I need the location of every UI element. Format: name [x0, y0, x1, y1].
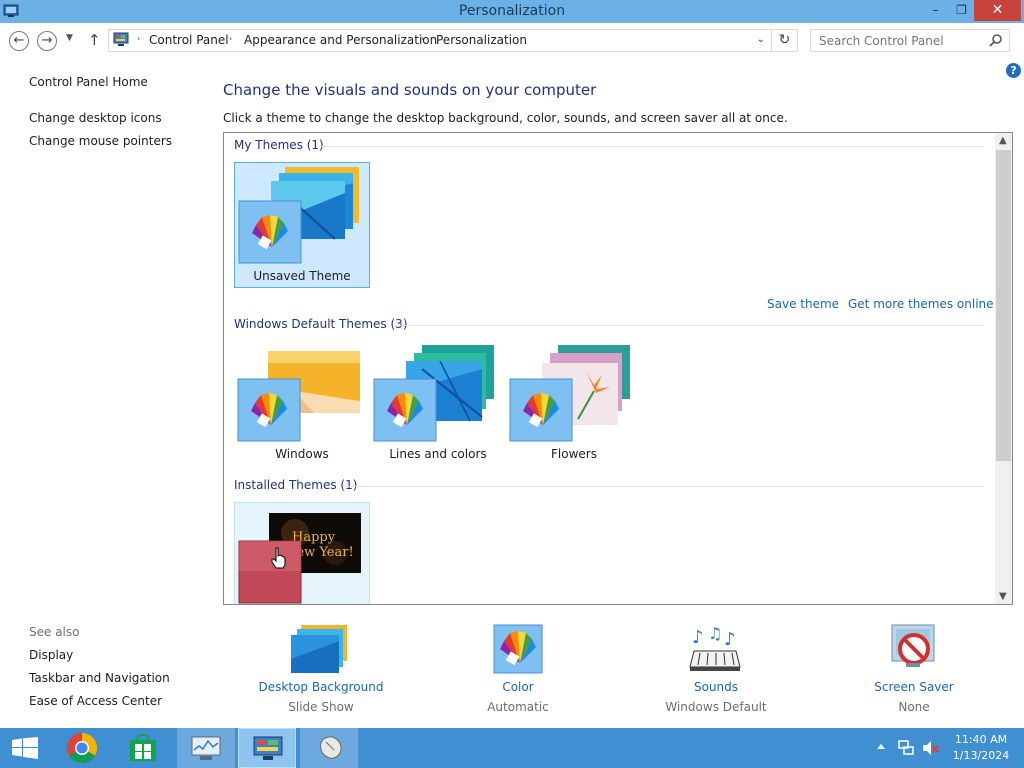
display-link[interactable]: Display	[29, 648, 73, 662]
ease-of-access-link[interactable]: Ease of Access Center	[29, 694, 162, 708]
sounds-tile[interactable]: ♪ ♫ ♪ Sounds Windows Default	[641, 623, 791, 723]
color-icon	[493, 624, 543, 674]
search-input[interactable]	[811, 30, 986, 51]
screen-saver-link[interactable]: Screen Saver	[839, 680, 989, 694]
save-theme-link[interactable]: Save theme	[767, 297, 839, 311]
screen-saver-tile[interactable]: Screen Saver None	[839, 623, 989, 723]
sounds-icon: ♪ ♫ ♪	[689, 624, 741, 671]
color-value: Automatic	[487, 700, 549, 714]
scroll-up-icon[interactable]: ▲	[999, 135, 1007, 146]
up-button[interactable]: ↑	[88, 31, 101, 49]
taskbar-navigation-link[interactable]: Taskbar and Navigation	[29, 671, 170, 685]
sounds-link[interactable]: Sounds	[641, 680, 791, 694]
search-box[interactable]	[810, 29, 1010, 52]
breadcrumb-appearance[interactable]: Appearance and Personalization	[244, 33, 437, 47]
breadcrumb-control-panel[interactable]: Control Panel	[149, 33, 229, 47]
control-panel-taskbar-button[interactable]	[238, 728, 296, 768]
forward-button[interactable]: →	[37, 31, 57, 51]
svg-text:♫: ♫	[708, 624, 722, 643]
network-icon[interactable]	[897, 739, 915, 757]
mouse-taskbar-button[interactable]	[300, 728, 358, 768]
theme-lines-and-colors[interactable]: Lines and colors	[370, 341, 506, 467]
monitor-icon	[191, 736, 221, 760]
mouse-icon	[319, 736, 342, 759]
change-desktop-icons-link[interactable]: Change desktop icons	[29, 111, 162, 125]
control-panel-icon	[253, 736, 283, 760]
hand-cursor-icon	[271, 547, 286, 569]
new-year-theme-thumbnail: Happy New Year!	[238, 513, 361, 604]
start-button[interactable]	[0, 728, 50, 768]
back-button[interactable]: ←	[9, 31, 29, 51]
navigation-bar: ← → ▼ ↑ › Control Panel › Appearance and…	[0, 23, 1024, 59]
minimize-button[interactable]: –	[922, 0, 949, 21]
change-mouse-pointers-link[interactable]: Change mouse pointers	[29, 134, 172, 148]
theme-flowers[interactable]: Flowers	[506, 341, 642, 467]
restore-button[interactable]: ❐	[949, 0, 974, 21]
store-icon	[130, 734, 156, 761]
chrome-taskbar-button[interactable]	[56, 728, 108, 768]
page-title: Change the visuals and sounds on your co…	[223, 81, 597, 99]
theme-label: Windows	[275, 447, 329, 461]
theme-label: Lines and colors	[389, 447, 487, 461]
group-divider	[394, 325, 984, 326]
breadcrumb-separator-icon[interactable]: ›	[421, 34, 424, 43]
group-divider	[319, 146, 984, 147]
theme-label: Unsaved Theme	[253, 269, 351, 283]
themes-list[interactable]: My Themes (1) Unsaved Theme Save theme G…	[223, 132, 1013, 605]
volume-muted-icon[interactable]	[921, 739, 939, 757]
clock[interactable]: 11:40 AM 1/13/2024	[946, 732, 1016, 764]
help-button[interactable]: ?	[1006, 63, 1021, 78]
desktop-background-link[interactable]: Desktop Background	[246, 680, 396, 694]
scrollbar-thumb[interactable]	[996, 150, 1011, 461]
search-icon[interactable]	[989, 33, 1003, 47]
breadcrumb-personalization[interactable]: Personalization	[436, 33, 527, 47]
performance-taskbar-button[interactable]	[177, 728, 235, 768]
group-divider	[346, 486, 984, 487]
window-title: Personalization	[458, 3, 566, 19]
themes-scrollbar[interactable]: ▲ ▼	[995, 133, 1012, 604]
clock-date: 1/13/2024	[952, 749, 1010, 762]
chrome-icon	[66, 733, 98, 764]
see-also-heading: See also	[29, 625, 80, 639]
refresh-button[interactable]: ↻	[772, 29, 798, 52]
page-description: Click a theme to change the desktop back…	[223, 111, 788, 125]
theme-windows[interactable]: Windows	[234, 341, 370, 467]
clock-time: 11:40 AM	[954, 733, 1008, 746]
desktop-background-value: Slide Show	[288, 700, 354, 714]
screen-saver-icon	[891, 624, 935, 667]
installed-themes-header[interactable]: Installed Themes (1)	[234, 478, 357, 492]
store-taskbar-button[interactable]	[115, 728, 171, 768]
sounds-value: Windows Default	[665, 700, 767, 714]
title-bar: Personalization – ❐ ✕	[0, 0, 1024, 23]
screen-saver-value: None	[898, 700, 930, 714]
breadcrumb-separator-icon[interactable]: ›	[137, 34, 140, 43]
recent-locations-icon[interactable]: ▼	[66, 33, 73, 43]
windows-logo-icon	[12, 737, 38, 759]
address-dropdown-icon[interactable]: ⌄	[757, 34, 765, 45]
theme-label: Flowers	[551, 447, 597, 461]
address-bar[interactable]: › Control Panel › Appearance and Persona…	[108, 29, 772, 52]
svg-text:♪: ♪	[692, 627, 704, 648]
desktop-background-tile[interactable]: Desktop Background Slide Show	[246, 623, 396, 723]
svg-text:♪: ♪	[724, 629, 736, 650]
desktop-background-icon	[291, 625, 347, 673]
control-panel-home-link[interactable]: Control Panel Home	[29, 75, 148, 89]
color-link[interactable]: Color	[443, 680, 593, 694]
control-panel-icon	[113, 32, 129, 46]
show-hidden-icons-icon[interactable]	[876, 742, 886, 752]
color-tile[interactable]: Color Automatic	[443, 623, 593, 723]
breadcrumb-separator-icon[interactable]: ›	[229, 34, 232, 43]
windows-default-themes-header[interactable]: Windows Default Themes (3)	[234, 317, 408, 331]
close-button[interactable]: ✕	[974, 0, 1021, 21]
theme-happy-new-year[interactable]: Happy New Year!	[234, 502, 370, 604]
get-more-themes-link[interactable]: Get more themes online	[848, 297, 994, 311]
theme-unsaved[interactable]: Unsaved Theme	[234, 162, 370, 288]
taskbar: 11:40 AM 1/13/2024	[0, 728, 1024, 768]
my-themes-header[interactable]: My Themes (1)	[234, 138, 324, 152]
scroll-down-icon[interactable]: ▼	[999, 591, 1007, 602]
